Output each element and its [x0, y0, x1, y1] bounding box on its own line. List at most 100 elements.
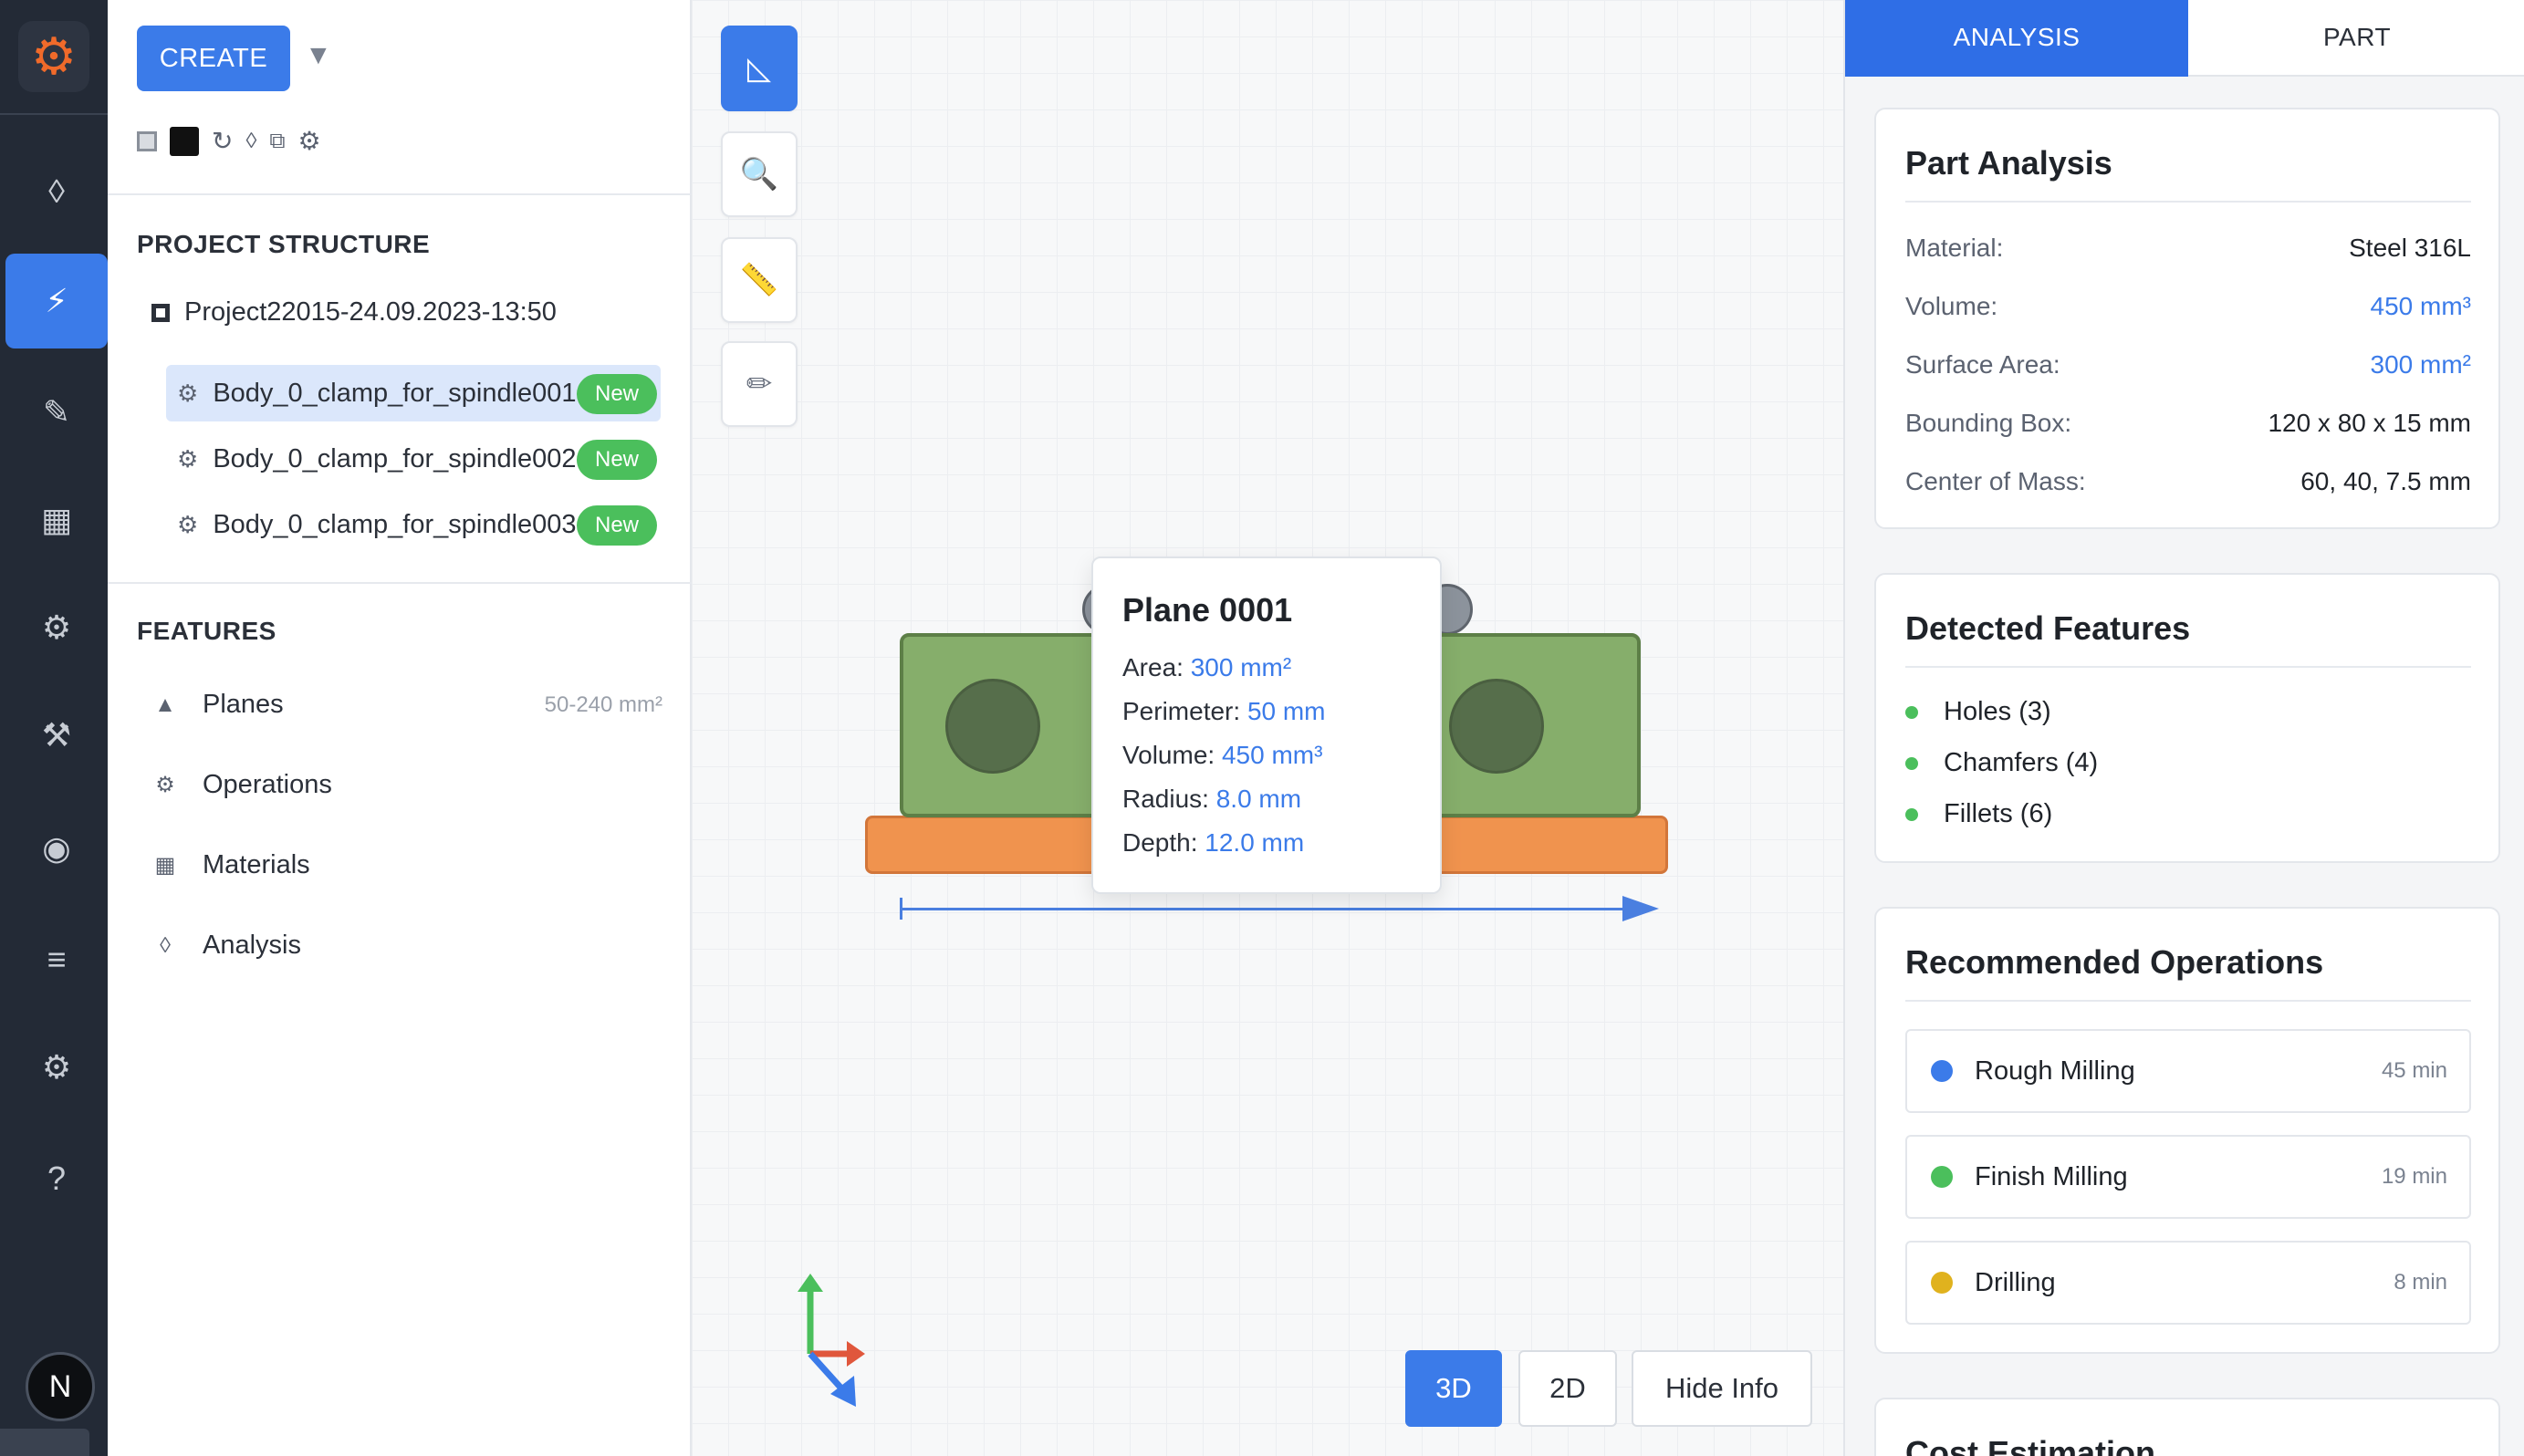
gear-logo-icon: ⚙: [18, 21, 89, 92]
rail-item-settings[interactable]: ⚙: [5, 1020, 108, 1115]
rail-item-help[interactable]: ?: [5, 1131, 108, 1226]
pencil-icon: ✏: [746, 367, 773, 401]
rail-footer: [0, 1429, 89, 1456]
rail-item-lightning[interactable]: ⚡: [5, 254, 108, 348]
analysis-row-center-of-mass: Center of Mass: 60, 40, 7.5 mm: [1905, 467, 2471, 496]
divider: [108, 582, 692, 584]
gear-icon: ⚙: [41, 608, 72, 646]
gear-small-icon[interactable]: ⚙: [297, 126, 320, 156]
part-hole[interactable]: [945, 679, 1040, 774]
row-key: Material:: [1905, 234, 2004, 262]
project-root-item[interactable]: Project22015-24.09.2023-13:50: [151, 297, 557, 328]
lightning-icon: ⚡: [45, 282, 68, 319]
user-avatar[interactable]: N: [26, 1352, 95, 1421]
record-icon: ◉: [42, 829, 71, 867]
row-value: Steel 316L: [2349, 234, 2471, 262]
feature-item-analysis[interactable]: ◊ Analysis: [151, 931, 662, 961]
diamond-small-icon[interactable]: ◊: [245, 129, 256, 154]
right-panel: ANALYSIS PART Part Analysis Material: Ste…: [1843, 0, 2524, 1456]
feature-label: Holes (3): [1944, 697, 2051, 726]
operation-time: 45 min: [2381, 1058, 2447, 1083]
gear-icon: ⚙: [177, 444, 199, 473]
tooltip-key: Volume:: [1122, 741, 1215, 769]
feature-item-planes[interactable]: ▲ Planes 50-240 mm²: [151, 690, 662, 720]
feature-label: Fillets (6): [1944, 799, 2053, 828]
rail-item-record[interactable]: ◉: [5, 801, 108, 896]
feature-item-materials[interactable]: ▦ Materials: [151, 850, 662, 880]
app-logo[interactable]: ⚙: [0, 0, 108, 115]
operation-label: Rough Milling: [1975, 1056, 2135, 1086]
feature-chamfers[interactable]: Chamfers (4): [1905, 748, 2098, 778]
row-key: Volume:: [1905, 292, 1998, 320]
part-hole[interactable]: [1449, 679, 1544, 774]
rail-item-pencil[interactable]: ✎: [5, 365, 108, 460]
avatar-letter: N: [48, 1368, 72, 1404]
blue-dot-icon: [1931, 1060, 1953, 1082]
new-badge: New: [576, 374, 657, 414]
dimension-line: [900, 908, 1626, 910]
card-title: Part Analysis: [1905, 144, 2471, 203]
analysis-row-bounding-box: Bounding Box: 120 x 80 x 15 mm: [1905, 409, 2471, 438]
operation-finish-milling[interactable]: Finish Milling 19 min: [1905, 1135, 2471, 1219]
view-3d-button[interactable]: 3D: [1405, 1350, 1502, 1427]
card-title: Cost Estimation: [1905, 1434, 2156, 1456]
ruler-angle-tool[interactable]: ◺: [721, 26, 798, 111]
plane-info-tooltip: Plane 0001 Area: 300 mm² Perimeter: 50 m…: [1091, 556, 1442, 894]
operation-time: 8 min: [2394, 1270, 2447, 1295]
settings-gear-icon: ⚙: [41, 1048, 72, 1086]
rail-item-gear[interactable]: ⚙: [5, 580, 108, 675]
row-value: 60, 40, 7.5 mm: [2300, 467, 2471, 495]
rail-item-tools[interactable]: ⚒: [5, 688, 108, 783]
tab-analysis[interactable]: ANALYSIS: [1845, 0, 2188, 77]
feature-label: Chamfers (4): [1944, 748, 2099, 777]
rail-item-diamond[interactable]: ◊: [5, 144, 108, 239]
body-item-002[interactable]: ⚙ Body_0_clamp_for_spindle002 New: [166, 431, 661, 487]
feature-fillets[interactable]: Fillets (6): [1905, 799, 2052, 829]
operation-label: Drilling: [1975, 1267, 2056, 1297]
operation-rough-milling[interactable]: Rough Milling 45 min: [1905, 1029, 2471, 1113]
magnify-tool[interactable]: 🔍: [721, 131, 798, 217]
rail-item-grid[interactable]: ▦: [5, 473, 108, 567]
feature-meta: 50-240 mm²: [544, 692, 662, 717]
view-2d-button[interactable]: 2D: [1518, 1350, 1617, 1427]
rail-item-menu[interactable]: ≡: [5, 912, 108, 1007]
grid-icon: ▦: [154, 853, 176, 878]
square-outline-icon[interactable]: [137, 130, 157, 151]
operation-drilling[interactable]: Drilling 8 min: [1905, 1241, 2471, 1325]
copy-icon[interactable]: ⧉: [269, 129, 285, 154]
row-value: 450 mm³: [2370, 292, 2471, 320]
analysis-row-material: Material: Steel 316L: [1905, 234, 2471, 263]
new-badge: New: [576, 505, 657, 546]
new-badge: New: [576, 440, 657, 480]
feature-label: Materials: [203, 850, 310, 879]
black-square-icon[interactable]: [170, 126, 199, 156]
pencil-tool[interactable]: ✏: [721, 341, 798, 427]
green-dot-icon: [1905, 807, 1918, 821]
project-panel: CREATE ▼ ↻ ◊ ⧉ ⚙ PROJECT STRUCTURE Proje…: [108, 0, 692, 1456]
body-item-003[interactable]: ⚙ Body_0_clamp_for_spindle003 New: [166, 496, 661, 553]
body-item-label: Body_0_clamp_for_spindle001: [213, 378, 577, 408]
card-title: Detected Features: [1905, 609, 2471, 668]
tooltip-value: 8.0 mm: [1215, 785, 1302, 813]
body-item-001[interactable]: ⚙ Body_0_clamp_for_spindle001 New: [166, 365, 661, 421]
row-value: 300 mm²: [2370, 350, 2471, 379]
refresh-icon[interactable]: ↻: [212, 126, 233, 156]
feature-holes[interactable]: Holes (3): [1905, 697, 2051, 727]
tab-part[interactable]: PART: [2188, 0, 2524, 77]
tooltip-row-perimeter: Perimeter: 50 mm: [1122, 690, 1411, 733]
project-root-label: Project22015-24.09.2023-13:50: [184, 297, 557, 327]
green-dot-icon: [1931, 1166, 1953, 1188]
axes-gizmo-icon[interactable]: [779, 1274, 880, 1410]
divider: [108, 193, 692, 195]
feature-item-operations[interactable]: ⚙ Operations: [151, 770, 662, 800]
project-structure-title: PROJECT STRUCTURE: [137, 230, 431, 258]
create-button[interactable]: CREATE: [137, 26, 290, 91]
hide-info-button[interactable]: Hide Info: [1632, 1350, 1812, 1427]
measure-tool[interactable]: 📏: [721, 237, 798, 323]
analysis-row-volume: Volume: 450 mm³: [1905, 292, 2471, 321]
viewport-canvas[interactable]: ◺ 🔍 📏 ✏ Plane 0001 Area: 300 mm² Perimet…: [692, 0, 1843, 1456]
tooltip-key: Area:: [1122, 653, 1184, 681]
tooltip-value: 12.0 mm: [1205, 828, 1305, 857]
help-icon: ?: [47, 1160, 67, 1197]
create-dropdown-caret-icon[interactable]: ▼: [305, 40, 332, 71]
